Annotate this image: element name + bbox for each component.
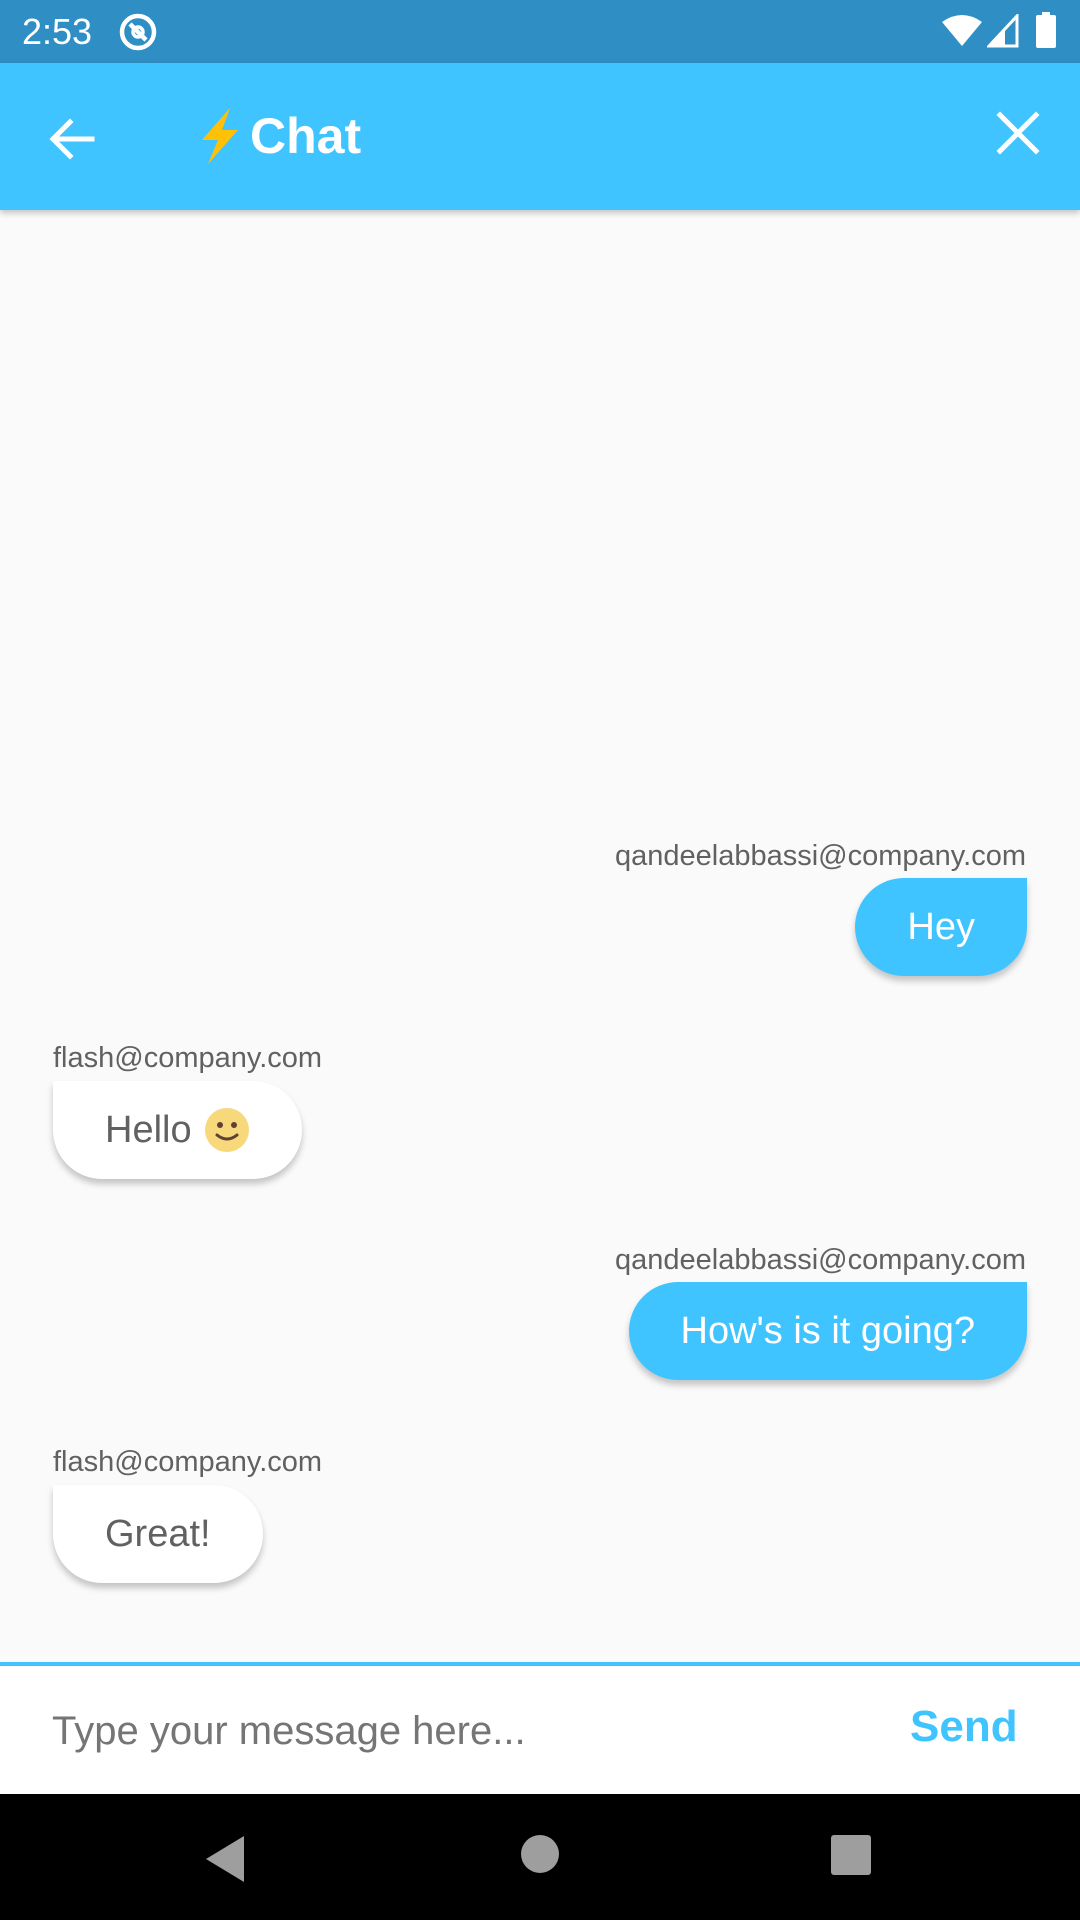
message-text: Hey — [907, 905, 975, 948]
message-text: How's is it going? — [680, 1309, 976, 1352]
message-sender: qandeelabbassi@company.com — [615, 840, 1026, 872]
message-bubble: Hello — [53, 1081, 302, 1179]
message-bubble: Hey — [855, 878, 1027, 976]
lightning-bolt-icon — [202, 108, 238, 164]
status-time: 2:53 — [22, 11, 93, 52]
message-sender: flash@company.com — [53, 1446, 323, 1478]
page-title: Chat — [196, 106, 361, 166]
nav-back-icon[interactable] — [204, 1834, 248, 1884]
battery-icon — [1036, 12, 1056, 48]
navigation-bar — [0, 1794, 1080, 1920]
message-sender: qandeelabbassi@company.com — [615, 1244, 1026, 1276]
nav-home-icon[interactable] — [520, 1834, 560, 1874]
message-composer: Send — [0, 1662, 1080, 1794]
page-title-text: Chat — [250, 108, 362, 164]
slightly-smiling-face-icon — [204, 1108, 249, 1152]
status-bar: 2:53 — [0, 0, 1080, 63]
message-bubble: How's is it going? — [628, 1282, 1027, 1380]
close-icon[interactable] — [990, 105, 1046, 161]
send-button[interactable]: Send — [910, 1702, 1018, 1752]
nav-recents-icon[interactable] — [830, 1834, 872, 1876]
message-text: Great! — [105, 1512, 211, 1555]
app-notification-icon — [119, 13, 157, 51]
message-sender: flash@company.com — [53, 1042, 323, 1074]
message-bubble: Great! — [53, 1485, 263, 1583]
message-input[interactable] — [52, 1696, 852, 1766]
app-bar: Chat — [0, 63, 1080, 210]
wifi-icon — [942, 15, 982, 46]
signal-icon — [987, 14, 1019, 48]
message-text: Hello — [105, 1108, 192, 1151]
arrow-back-icon[interactable] — [44, 111, 100, 167]
